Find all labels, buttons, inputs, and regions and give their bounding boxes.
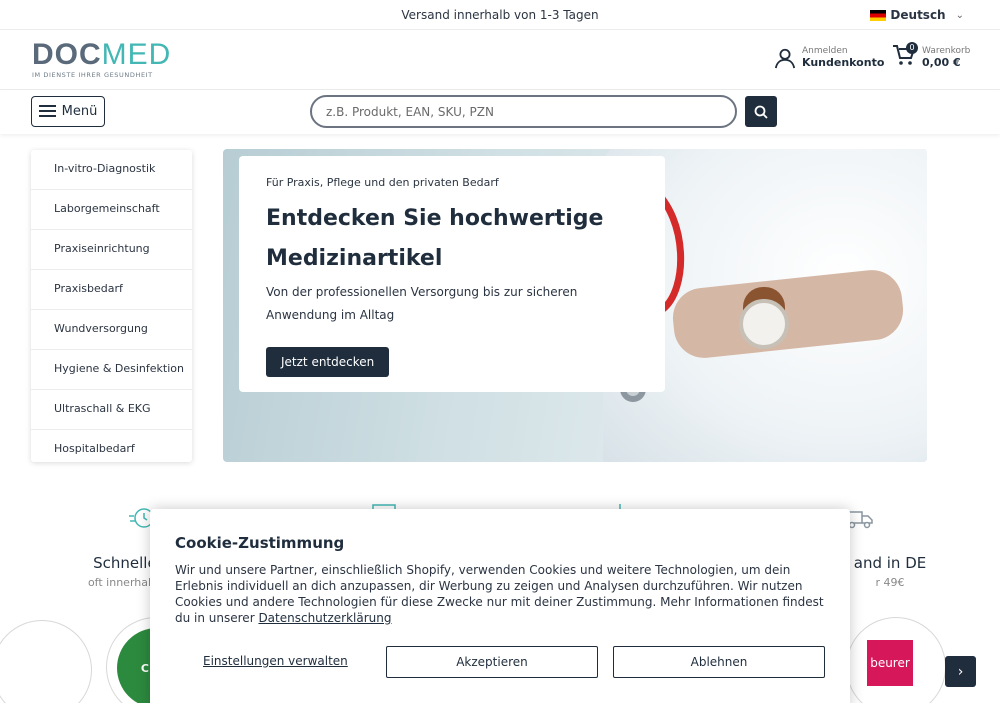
hamburger-icon (38, 105, 56, 118)
accept-button[interactable]: Akzeptieren (386, 646, 598, 678)
logo-tagline: IM DIENSTE IHRER GESUNDHEIT (32, 71, 153, 79)
cookie-actions: Einstellungen verwalten Akzeptieren Able… (175, 646, 825, 678)
chevron-right-icon: › (957, 663, 964, 680)
hero-title-line-2: Medizinartikel (266, 246, 443, 271)
cart-label: Warenkorb (922, 45, 971, 56)
chevron-down-icon: ⌄ (955, 9, 964, 21)
beurer-logo-image: beurer (867, 640, 913, 686)
menu-label: Menü (61, 104, 98, 119)
brand-logo-beurer[interactable]: beurer (846, 617, 946, 703)
cookie-text: Wir und unsere Partner, einschließlich S… (175, 562, 825, 626)
navigation-row: Menü (0, 90, 1000, 134)
category-sidebar: In-vitro-Diagnostik Laborgemeinschaft Pr… (31, 150, 192, 462)
category-item-in-vitro-diagnostik[interactable]: In-vitro-Diagnostik (31, 150, 192, 190)
beurer-logo-text: beurer (870, 656, 910, 670)
search-input[interactable] (310, 95, 737, 128)
logo-med: MED (101, 38, 172, 71)
hero-description-line-2: Anwendung im Alltag (266, 308, 395, 322)
search-button[interactable] (745, 96, 777, 127)
hero-banner: Für Praxis, Pflege und den privaten Beda… (223, 149, 927, 462)
benefit-subtitle: r 49€ (875, 576, 905, 589)
account-label: Kundenkonto (802, 56, 885, 69)
logo-doc: DOC (32, 38, 102, 71)
hero-card: Für Praxis, Pflege und den privaten Beda… (239, 156, 665, 392)
login-label: Anmelden (802, 46, 848, 56)
hero-cta-button[interactable]: Jetzt entdecken (266, 347, 390, 377)
brand-logo-circle[interactable] (0, 620, 92, 703)
user-icon (774, 48, 796, 68)
language-selector[interactable]: Deutsch ⌄ (870, 8, 964, 22)
german-flag-icon (870, 9, 887, 21)
hero-title-line-1: Entdecken Sie hochwertige (266, 206, 604, 231)
search-icon (754, 105, 768, 119)
site-header: DOCMED IM DIENSTE IHRER GESUNDHEIT Anmel… (0, 30, 1000, 90)
category-item-wundversorgung[interactable]: Wundversorgung (31, 310, 192, 350)
cart-link[interactable]: 0 Warenkorb 0,00 € (892, 42, 971, 70)
benefit-shipping-de: and in DE r 49€ (840, 554, 940, 589)
category-item-hospitalbedarf[interactable]: Hospitalbedarf (31, 430, 192, 462)
cart-total: 0,00 € (922, 55, 961, 69)
cart-count-badge: 0 (906, 42, 918, 54)
hero-kicker: Für Praxis, Pflege und den privaten Beda… (266, 176, 499, 189)
category-item-hygiene-desinfektion[interactable]: Hygiene & Desinfektion (31, 350, 192, 390)
category-item-praxisbedarf[interactable]: Praxisbedarf (31, 270, 192, 310)
category-item-praxiseinrichtung[interactable]: Praxiseinrichtung (31, 230, 192, 270)
docmed-logo[interactable]: DOCMED IM DIENSTE IHRER GESUNDHEIT (32, 40, 171, 80)
truck-icon (846, 511, 873, 529)
cookie-title: Cookie-Zustimmung (175, 534, 345, 552)
decline-button[interactable]: Ablehnen (613, 646, 825, 678)
privacy-policy-link[interactable]: Datenschutzerklärung (258, 611, 391, 625)
menu-button[interactable]: Menü (31, 96, 105, 127)
cookie-consent-dialog: Cookie-Zustimmung Wir und unsere Partner… (150, 509, 850, 703)
account-link[interactable]: Anmelden Kundenkonto (774, 46, 884, 69)
category-item-laborgemeinschaft[interactable]: Laborgemeinschaft (31, 190, 192, 230)
hero-description-line-1: Von der professionellen Versorgung bis z… (266, 285, 578, 299)
language-label: Deutsch (890, 8, 946, 22)
logo-wordmark: DOCMED (32, 40, 171, 70)
top-announcement-bar: Versand innerhalb von 1-3 Tagen Deutsch … (0, 0, 1000, 30)
category-item-ultraschall-ekg[interactable]: Ultraschall & EKG (31, 390, 192, 430)
shipping-notice: Versand innerhalb von 1-3 Tagen (401, 8, 599, 22)
watch-face-image (739, 299, 789, 349)
manage-settings-link[interactable]: Einstellungen verwalten (203, 654, 348, 668)
carousel-next-button[interactable]: › (945, 656, 976, 687)
benefit-title: and in DE (853, 554, 927, 572)
